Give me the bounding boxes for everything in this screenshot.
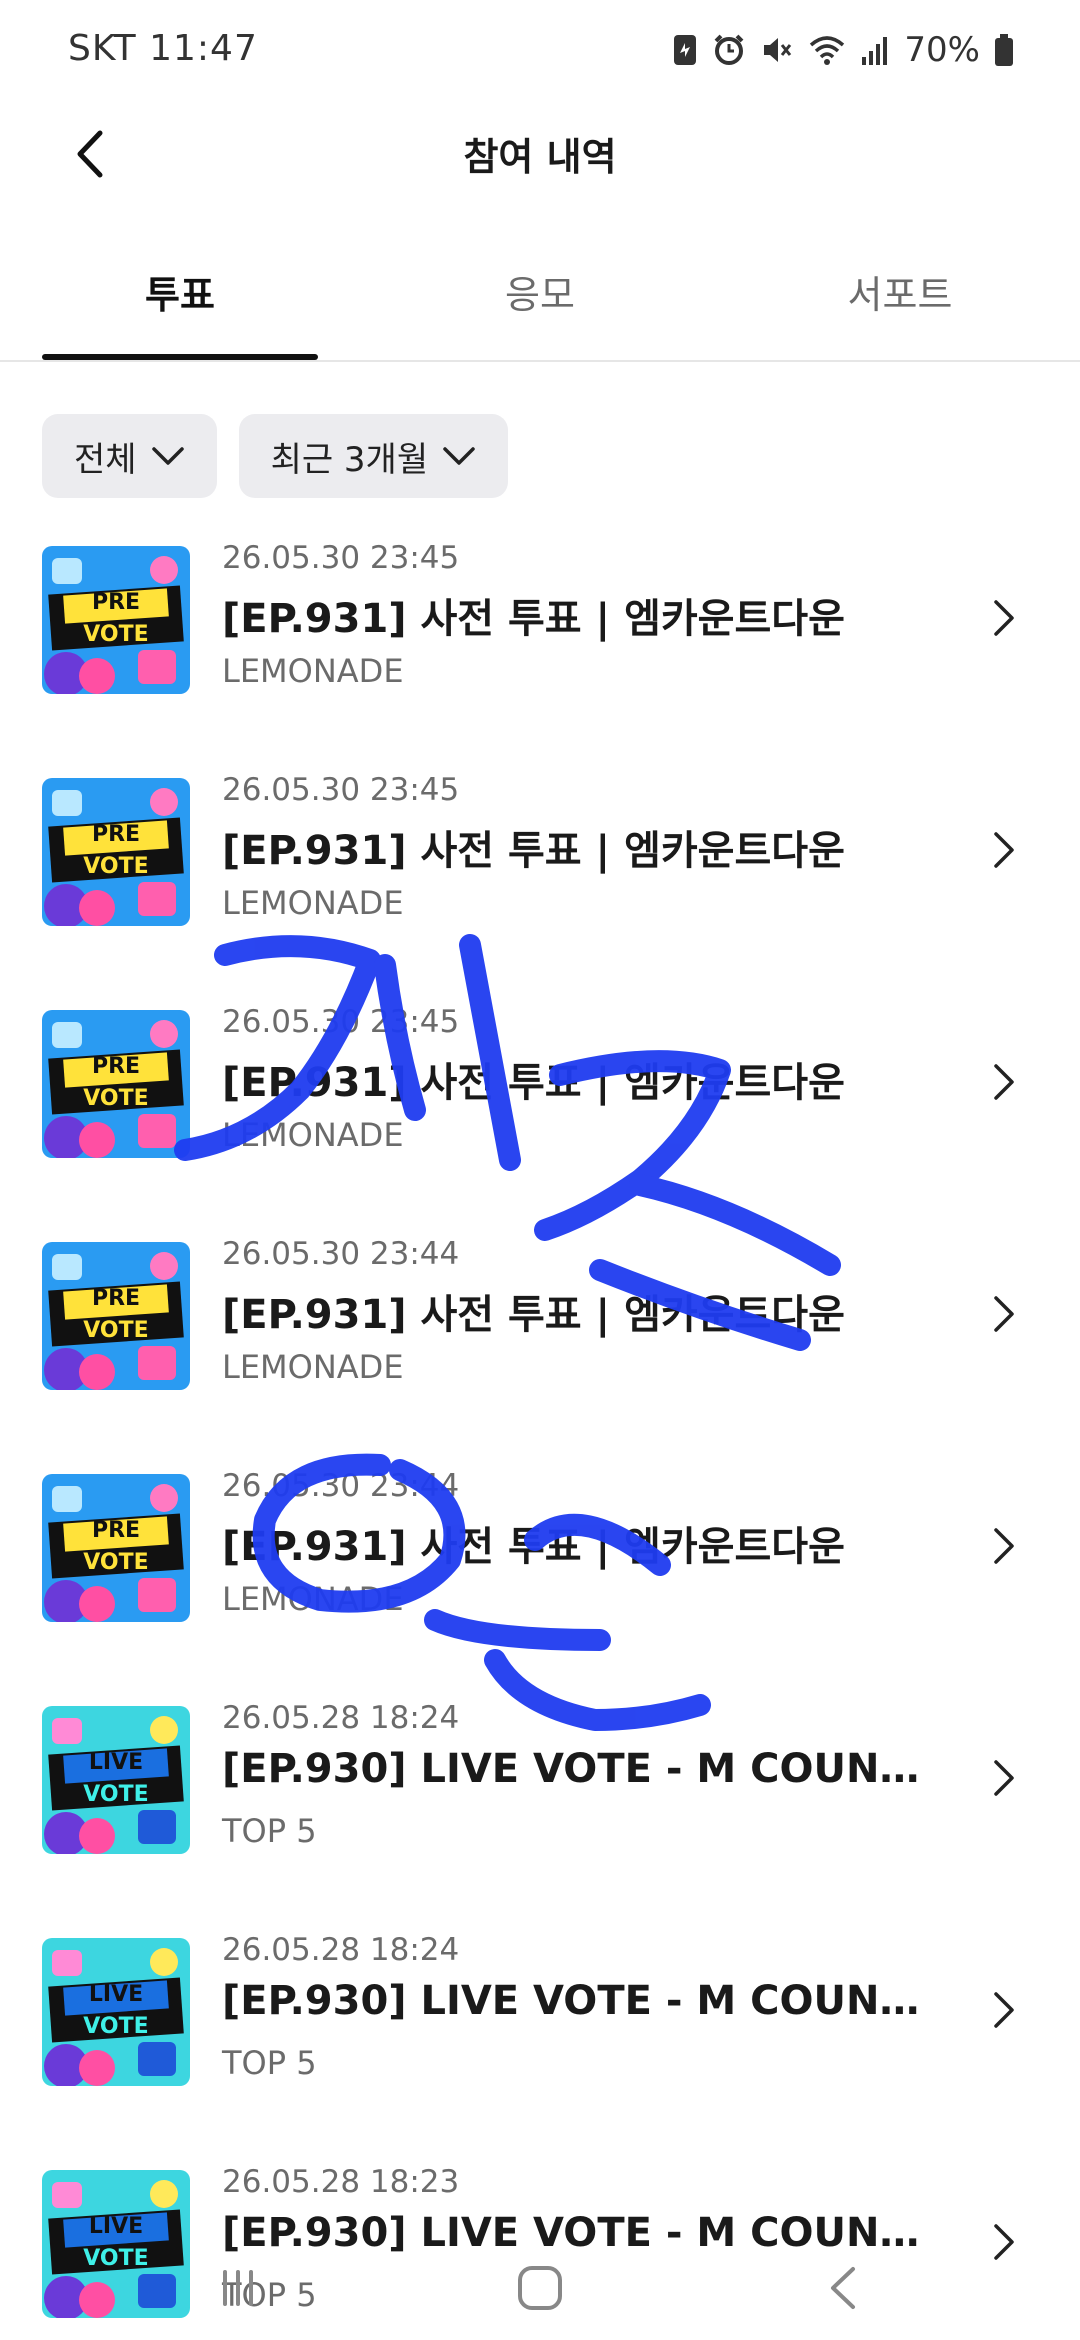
- item-subtitle: TOP 5: [222, 2044, 317, 2082]
- recent-apps-button[interactable]: [198, 2254, 278, 2322]
- nav-back-button[interactable]: [802, 2254, 882, 2322]
- filter-category-dropdown[interactable]: 전체: [42, 414, 217, 498]
- header: 참여 내역: [0, 100, 1080, 210]
- item-title: [EP.931] 사전 투표 | 엠카운트다운: [222, 1524, 845, 1570]
- chevron-right-icon: [994, 1064, 1014, 1100]
- thumb-label-2: VOTE: [83, 1550, 149, 1575]
- item-title: [EP.930] LIVE VOTE - M COUNTDO...: [222, 1746, 942, 1792]
- thumb-label-2: VOTE: [83, 854, 149, 879]
- item-date: 26.05.28 18:23: [222, 2164, 460, 2200]
- list-item[interactable]: PRE VOTE 26.05.30 23:45 [EP.931] 사전 투표 | 엠카…: [0, 540, 1080, 740]
- page-title: 참여 내역: [463, 135, 617, 179]
- chevron-right-icon: [994, 600, 1014, 636]
- item-subtitle: LEMONADE: [222, 1580, 404, 1618]
- filter-category-label: 전체: [74, 439, 137, 480]
- list-item[interactable]: LIVE VOTE 26.05.28 18:24 [EP.930] LIVE VOTE…: [0, 1932, 1080, 2132]
- home-button[interactable]: [500, 2254, 580, 2322]
- item-title: [EP.930] LIVE VOTE - M COUNTDO...: [222, 1978, 942, 2024]
- vote-thumbnail: PRE VOTE: [42, 1010, 190, 1158]
- thumb-label-1: PRE: [91, 1054, 141, 1079]
- thumb-label-1: LIVE: [88, 1750, 144, 1775]
- item-title: [EP.931] 사전 투표 | 엠카운트다운: [222, 1060, 845, 1106]
- recent-apps-icon: [223, 2270, 253, 2306]
- filter-bar: 전체 최근 3개월: [42, 414, 509, 498]
- item-date: 26.05.30 23:45: [222, 772, 460, 808]
- thumb-label-2: VOTE: [83, 1086, 149, 1111]
- home-icon: [518, 2266, 562, 2310]
- mute-icon: [764, 38, 792, 62]
- tab-entry[interactable]: 응모: [402, 264, 678, 319]
- item-title: [EP.931] 사전 투표 | 엠카운트다운: [222, 1292, 845, 1338]
- thumb-label-1: PRE: [91, 1286, 141, 1311]
- sync-icon: [674, 35, 697, 65]
- filter-period-dropdown[interactable]: 최근 3개월: [238, 414, 509, 498]
- item-title: [EP.931] 사전 투표 | 엠카운트다운: [222, 596, 845, 642]
- list-item[interactable]: PRE VOTE 26.05.30 23:45 [EP.931] 사전 투표 | 엠카…: [0, 772, 1080, 972]
- item-date: 26.05.30 23:44: [222, 1236, 460, 1272]
- tab-vote[interactable]: 투표: [42, 264, 318, 319]
- system-nav-bar: [0, 2236, 1080, 2340]
- list-item[interactable]: PRE VOTE 26.05.30 23:44 [EP.931] 사전 투표 | 엠카…: [0, 1468, 1080, 1668]
- wifi-icon: [810, 36, 845, 65]
- vote-thumbnail: PRE VOTE: [42, 1474, 190, 1622]
- item-date: 26.05.30 23:45: [222, 1004, 460, 1040]
- battery-icon: [995, 34, 1013, 66]
- vote-thumbnail: PRE VOTE: [42, 546, 190, 694]
- item-title: [EP.931] 사전 투표 | 엠카운트다운: [222, 828, 845, 874]
- chevron-down-icon: [443, 447, 475, 465]
- item-date: 26.05.30 23:45: [222, 540, 460, 576]
- thumb-label-1: PRE: [91, 1518, 141, 1543]
- alarm-icon: [715, 34, 744, 65]
- item-date: 26.05.28 18:24: [222, 1700, 460, 1736]
- thumb-label-2: VOTE: [83, 1318, 149, 1343]
- chevron-right-icon: [994, 1760, 1014, 1796]
- thumb-label-1: LIVE: [88, 1982, 144, 2007]
- battery-percent: 70%: [904, 30, 980, 70]
- chevron-right-icon: [994, 832, 1014, 868]
- item-subtitle: LEMONADE: [222, 652, 404, 690]
- vote-thumbnail: LIVE VOTE: [42, 1938, 190, 2086]
- active-tab-indicator: [42, 354, 318, 360]
- status-bar: SKT 11:47 70%: [0, 0, 1080, 100]
- chevron-down-icon: [151, 447, 184, 465]
- filter-period-label: 최근 3개월: [270, 439, 429, 480]
- vote-thumbnail: PRE VOTE: [42, 1242, 190, 1390]
- signal-icon: [862, 37, 888, 65]
- thumb-label-2: VOTE: [83, 1782, 149, 1807]
- vote-thumbnail: PRE VOTE: [42, 778, 190, 926]
- chevron-right-icon: [994, 1992, 1014, 2028]
- tab-bar: 투표 응모 서포트: [0, 240, 1080, 362]
- item-subtitle: LEMONADE: [222, 1348, 404, 1386]
- thumb-label-1: PRE: [91, 590, 141, 615]
- item-subtitle: LEMONADE: [222, 1116, 404, 1154]
- carrier-time: SKT 11:47: [68, 28, 258, 69]
- list-item[interactable]: LIVE VOTE 26.05.28 18:24 [EP.930] LIVE VOTE…: [0, 1700, 1080, 1900]
- thumb-label-1: PRE: [91, 822, 141, 847]
- vote-thumbnail: LIVE VOTE: [42, 1706, 190, 1854]
- item-subtitle: LEMONADE: [222, 884, 404, 922]
- list-item[interactable]: PRE VOTE 26.05.30 23:45 [EP.931] 사전 투표 | 엠카…: [0, 1004, 1080, 1204]
- thumb-label-2: VOTE: [83, 2014, 149, 2039]
- item-subtitle: TOP 5: [222, 1812, 317, 1850]
- chevron-right-icon: [994, 1528, 1014, 1564]
- thumb-label-2: VOTE: [83, 622, 149, 647]
- tab-support[interactable]: 서포트: [762, 264, 1038, 319]
- status-icons: 70%: [672, 30, 1014, 70]
- item-date: 26.05.28 18:24: [222, 1932, 460, 1968]
- item-date: 26.05.30 23:44: [222, 1468, 460, 1504]
- chevron-right-icon: [994, 1296, 1014, 1332]
- list-item[interactable]: PRE VOTE 26.05.30 23:44 [EP.931] 사전 투표 | 엠카…: [0, 1236, 1080, 1436]
- nav-back-icon: [831, 2267, 855, 2309]
